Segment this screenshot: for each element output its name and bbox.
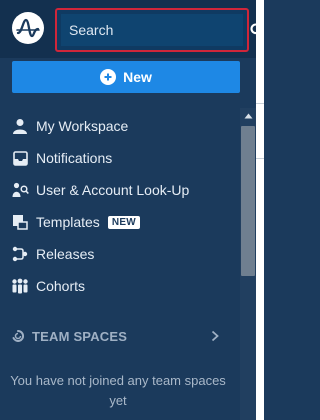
new-badge: NEW (107, 215, 141, 229)
releases-icon (11, 245, 29, 263)
search-field[interactable] (61, 14, 264, 46)
divider (256, 103, 264, 104)
team-spaces-header[interactable]: TEAM SPACES (0, 322, 240, 350)
user-search-icon (11, 181, 29, 199)
main-content-edge (256, 0, 264, 420)
plus-circle-icon (100, 69, 117, 85)
amplitude-logo-icon[interactable] (12, 12, 44, 44)
sidebar-item-label: Notifications (36, 150, 113, 166)
sidebar-item-my-workspace[interactable]: My Workspace (0, 110, 240, 142)
scroll-up-arrow-icon[interactable] (240, 108, 256, 124)
team-spaces-empty-message: You have not joined any team spaces yet (10, 373, 226, 408)
sidebar-item-label: Templates (36, 214, 100, 230)
sidebar-scrollbar[interactable] (240, 108, 256, 420)
sidebar-item-label: Cohorts (36, 278, 86, 294)
sidebar-item-user-account-lookup[interactable]: User & Account Look-Up (0, 174, 240, 206)
sidebar-item-label: My Workspace (36, 118, 129, 134)
search-box[interactable] (55, 8, 264, 52)
sidebar-item-cohorts[interactable]: Cohorts (0, 270, 240, 302)
sidebar-item-releases[interactable]: Releases (0, 238, 240, 270)
new-button-label: New (123, 69, 152, 85)
team-spaces-title: TEAM SPACES (32, 328, 128, 344)
new-button[interactable]: New (12, 61, 240, 93)
team-spaces-icon (11, 329, 25, 343)
templates-icon (11, 213, 29, 231)
divider (256, 158, 264, 159)
inbox-icon (11, 149, 29, 167)
sidebar-item-templates[interactable]: Templates NEW (0, 206, 240, 238)
sidebar-item-notifications[interactable]: Notifications (0, 142, 240, 174)
search-input[interactable] (69, 22, 250, 38)
chevron-right-icon[interactable] (209, 329, 221, 343)
sidebar-nav: My Workspace Notifications User & Accoun… (0, 110, 240, 302)
user-icon (11, 117, 29, 135)
sidebar-item-label: Releases (36, 246, 95, 262)
scroll-thumb[interactable] (241, 126, 255, 276)
sidebar-item-label: User & Account Look-Up (36, 182, 190, 198)
top-bar (0, 0, 264, 58)
cohorts-icon (11, 277, 29, 295)
